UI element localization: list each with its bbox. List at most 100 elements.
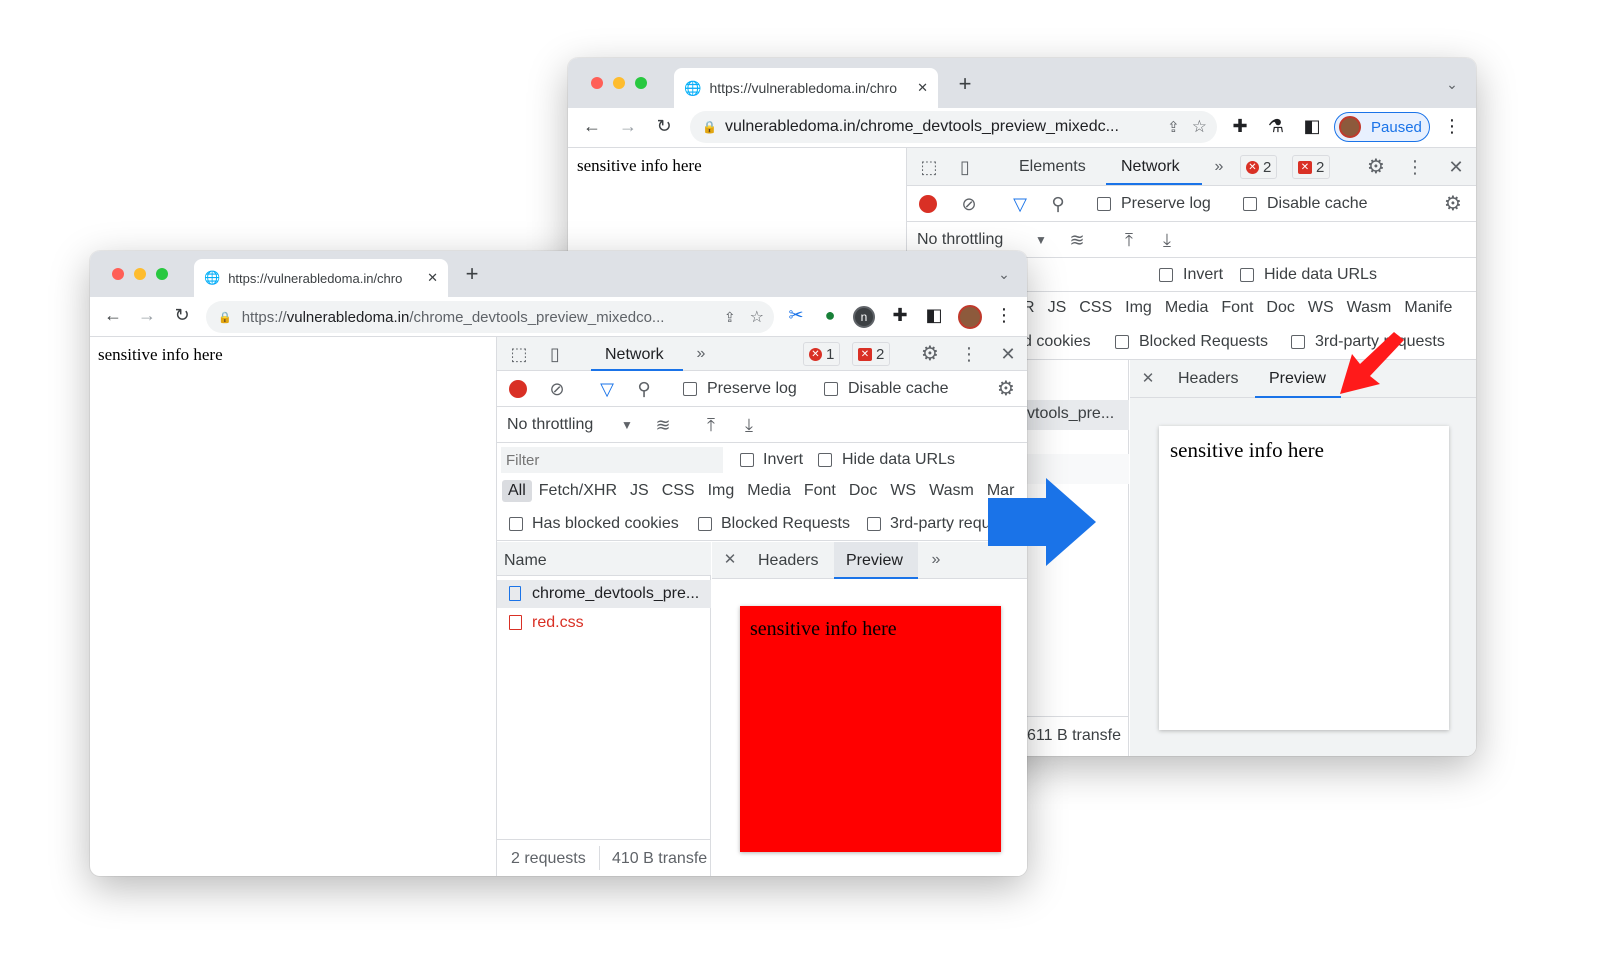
new-tab-icon[interactable]: + (953, 72, 977, 96)
bookmark-star-icon[interactable]: ☆ (750, 307, 764, 327)
tab-preview[interactable]: Preview (1269, 370, 1326, 388)
throttling-select[interactable]: No throttling (917, 231, 1003, 249)
browser-menu-icon[interactable]: ⋮ (992, 303, 1016, 327)
type-filter-chip[interactable]: Media (1165, 299, 1209, 317)
hide-data-urls-checkbox[interactable] (818, 453, 832, 467)
browser-menu-icon[interactable]: ⋮ (1440, 114, 1464, 138)
type-filter-chip[interactable]: CSS (1079, 299, 1112, 317)
record-button[interactable] (509, 380, 527, 398)
profile-paused-button[interactable]: Paused (1334, 112, 1430, 142)
inspect-element-icon[interactable]: ⬚ (917, 155, 941, 179)
new-tab-icon[interactable]: + (460, 262, 484, 286)
type-filter-chip[interactable]: All (502, 480, 532, 502)
import-har-icon[interactable]: ⤒ (1117, 228, 1141, 252)
search-icon[interactable]: ⚲ (1046, 192, 1070, 216)
share-icon[interactable]: ⇪ (1167, 118, 1180, 136)
devtools-menu-icon[interactable]: ⋮ (957, 342, 981, 366)
issues-badge[interactable]: ✕ 2 (1292, 155, 1331, 179)
type-filter-chip[interactable]: CSS (656, 480, 701, 502)
tab-preview[interactable]: Preview (846, 552, 903, 570)
throttling-select[interactable]: No throttling (507, 416, 593, 434)
clear-icon[interactable]: ⊘ (545, 377, 569, 401)
tab-headers[interactable]: Headers (1178, 370, 1238, 388)
blocked-requests-checkbox[interactable] (698, 517, 712, 531)
record-button[interactable] (919, 195, 937, 213)
type-filter-chip[interactable]: WS (884, 480, 922, 502)
network-conditions-wifi-icon[interactable]: ≋ (1065, 228, 1089, 252)
minimize-window-button[interactable] (613, 77, 625, 89)
type-filter-chip[interactable]: Font (1221, 299, 1253, 317)
filter-funnel-icon[interactable]: ▽ (1008, 192, 1032, 216)
n-extension-icon[interactable]: n (853, 306, 875, 328)
tab-network[interactable]: Network (605, 346, 664, 364)
close-detail-icon[interactable]: ✕ (1136, 367, 1160, 391)
request-row[interactable]: chrome_devtools_pre... (497, 580, 711, 608)
forward-arrow-icon[interactable]: → (616, 114, 640, 138)
import-har-icon[interactable]: ⤒ (699, 413, 723, 437)
errors-badge[interactable]: ✕ 2 (1240, 155, 1278, 179)
name-column-header[interactable]: Name (497, 542, 711, 576)
device-toolbar-icon[interactable]: ▯ (543, 342, 567, 366)
errors-badge[interactable]: ✕ 1 (803, 342, 841, 366)
request-row[interactable]: red.css (497, 609, 711, 637)
close-detail-icon[interactable]: ✕ (718, 548, 742, 572)
tab-headers[interactable]: Headers (758, 552, 818, 570)
invert-checkbox[interactable] (740, 453, 754, 467)
disable-cache-checkbox[interactable] (824, 382, 838, 396)
leaf-extension-icon[interactable]: ● (818, 303, 842, 327)
extensions-puzzle-icon[interactable]: ✚ (888, 303, 912, 327)
type-filter-chip[interactable]: Manife (1404, 299, 1452, 317)
filter-input[interactable] (501, 447, 723, 473)
filter-funnel-icon[interactable]: ▽ (595, 377, 619, 401)
devtools-menu-icon[interactable]: ⋮ (1403, 155, 1427, 179)
reload-icon[interactable]: ↻ (652, 114, 676, 138)
preserve-log-checkbox[interactable] (683, 382, 697, 396)
inspect-element-icon[interactable]: ⬚ (507, 342, 531, 366)
side-panel-icon[interactable]: ◧ (1300, 114, 1324, 138)
more-tabs-icon[interactable]: » (1207, 155, 1231, 179)
browser-tab[interactable]: 🌐 https://vulnerabledoma.in/chro ✕ (194, 259, 448, 297)
device-toolbar-icon[interactable]: ▯ (953, 155, 977, 179)
disable-cache-checkbox[interactable] (1243, 197, 1257, 211)
type-filter-chip[interactable]: WS (1308, 299, 1334, 317)
close-tab-icon[interactable]: ✕ (917, 80, 928, 96)
reload-icon[interactable]: ↻ (170, 303, 194, 327)
back-arrow-icon[interactable]: ← (580, 114, 604, 138)
bookmark-star-icon[interactable]: ☆ (1192, 117, 1207, 137)
zoom-window-button[interactable] (635, 77, 647, 89)
extensions-puzzle-icon[interactable]: ✚ (1228, 114, 1252, 138)
type-filter-chip[interactable]: Doc (843, 480, 883, 502)
address-bar[interactable]: 🔒 https:// vulnerabledoma.in /chrome_dev… (206, 301, 774, 333)
tab-search-chevron-icon[interactable]: ⌄ (992, 262, 1016, 286)
browser-tab[interactable]: 🌐 https://vulnerabledoma.in/chro ✕ (674, 68, 938, 108)
scissors-extension-icon[interactable]: ✂ (784, 303, 808, 327)
close-window-button[interactable] (112, 268, 124, 280)
clear-icon[interactable]: ⊘ (957, 192, 981, 216)
share-icon[interactable]: ⇪ (724, 309, 736, 326)
type-filter-chip[interactable]: Img (702, 480, 741, 502)
minimize-window-button[interactable] (134, 268, 146, 280)
tab-search-chevron-icon[interactable]: ⌄ (1440, 72, 1464, 96)
close-tab-icon[interactable]: ✕ (427, 270, 438, 286)
throttling-dropdown-icon[interactable]: ▼ (1029, 228, 1053, 252)
throttling-dropdown-icon[interactable]: ▼ (615, 413, 639, 437)
third-party-checkbox[interactable] (1291, 335, 1305, 349)
back-arrow-icon[interactable]: ← (101, 303, 125, 327)
blocked-requests-checkbox[interactable] (1115, 335, 1129, 349)
type-filter-chip[interactable]: Img (1125, 299, 1152, 317)
type-filter-chip[interactable]: Doc (1266, 299, 1294, 317)
preserve-log-checkbox[interactable] (1097, 197, 1111, 211)
address-bar[interactable]: 🔒 vulnerabledoma.in/chrome_devtools_prev… (690, 111, 1217, 143)
more-tabs-icon[interactable]: » (689, 342, 713, 366)
side-panel-icon[interactable]: ◧ (922, 303, 946, 327)
third-party-checkbox[interactable] (867, 517, 881, 531)
avatar[interactable] (958, 305, 982, 329)
issues-badge[interactable]: ✕ 2 (852, 342, 891, 366)
close-devtools-icon[interactable]: ✕ (1444, 155, 1468, 179)
type-filter-chip[interactable]: Wasm (923, 480, 980, 502)
type-filter-chip[interactable]: Wasm (1347, 299, 1392, 317)
type-filter-chip[interactable]: Fetch/XHR (533, 480, 623, 502)
flask-icon[interactable]: ⚗ (1264, 114, 1288, 138)
devtools-settings-gear-icon[interactable]: ⚙ (1364, 155, 1388, 179)
type-filter-chip[interactable]: JS (1048, 299, 1067, 317)
